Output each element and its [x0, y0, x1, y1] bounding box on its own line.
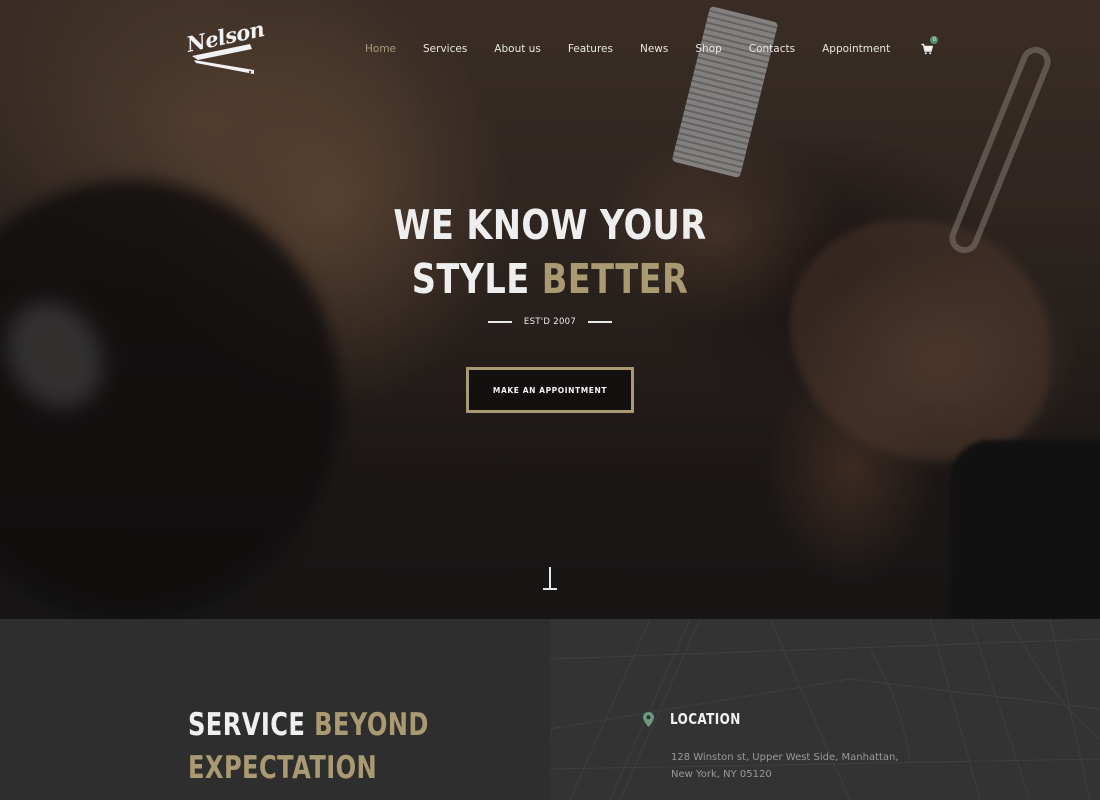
hero-title: WE KNOW YOUR STYLE BETTER [99, 198, 1001, 306]
nav-item-features[interactable]: Features [568, 43, 613, 55]
scroll-down-icon[interactable] [543, 567, 557, 591]
hero-title-accent: BETTER [541, 255, 689, 303]
hero-title-line1: WE KNOW YOUR [393, 201, 707, 249]
established-tagline: EST'D 2007 [0, 317, 1100, 327]
shopping-cart-icon [921, 43, 934, 55]
service-title: SERVICE BEYOND EXPECTATION [188, 704, 429, 790]
nav-item-services[interactable]: Services [423, 43, 467, 55]
cart-count-badge: 0 [930, 36, 939, 44]
address-line-2: New York, NY 05120 [671, 769, 772, 780]
nav-item-news[interactable]: News [640, 43, 668, 55]
main-nav: Home Services About us Features News Sho… [365, 36, 939, 56]
scroll-down-stem [549, 567, 551, 589]
razor-logo-icon [192, 44, 254, 74]
location-address: 128 Winston st, Upper West Side, Manhatt… [671, 749, 931, 783]
nav-item-about-us[interactable]: About us [494, 43, 541, 55]
service-title-plain: SERVICE [188, 707, 306, 743]
nav-item-shop[interactable]: Shop [695, 43, 721, 55]
established-text: EST'D 2007 [523, 317, 577, 327]
site-header: Nelson Home Services About us Features N… [0, 0, 1100, 100]
location-heading: LOCATION [670, 710, 741, 728]
logo[interactable]: Nelson [184, 16, 266, 76]
map-pin-icon [643, 712, 654, 727]
scroll-down-base [543, 588, 557, 590]
nav-item-appointment[interactable]: Appointment [822, 43, 890, 55]
hero-title-line2: STYLE [411, 255, 530, 303]
make-appointment-label: MAKE AN APPOINTMENT [492, 385, 608, 395]
service-title-accent-line2: EXPECTATION [188, 750, 378, 786]
nav-item-contacts[interactable]: Contacts [749, 43, 795, 55]
cart-button[interactable]: 0 [921, 36, 939, 56]
make-appointment-button[interactable]: MAKE AN APPOINTMENT [466, 367, 634, 413]
divider-line-left [487, 321, 512, 323]
nav-item-home[interactable]: Home [365, 43, 396, 55]
service-title-accent: BEYOND [314, 707, 429, 743]
address-line-1: 128 Winston st, Upper West Side, Manhatt… [671, 752, 899, 763]
divider-line-right [588, 321, 613, 323]
